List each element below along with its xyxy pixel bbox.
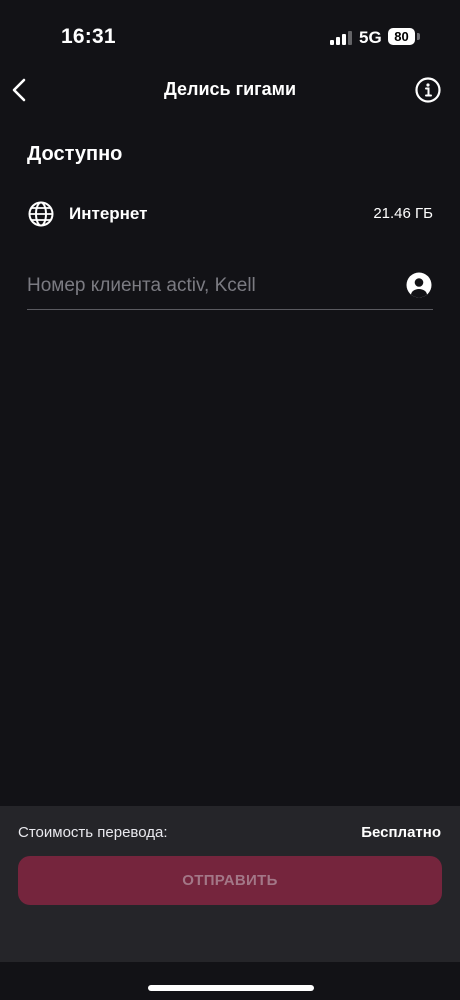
- info-button[interactable]: [414, 76, 442, 104]
- contact-icon: [406, 272, 432, 298]
- signal-icon: [330, 30, 352, 45]
- page-title: Делись гигами: [163, 79, 297, 99]
- info-icon: [415, 77, 441, 103]
- available-title: Доступно: [27, 143, 123, 165]
- internet-balance-row: Интернет 21.46 ГБ: [27, 198, 433, 230]
- send-button[interactable]: ОТПРАВИТЬ: [18, 856, 442, 905]
- bottom-panel: Стоимость перевода: Бесплатно ОТПРАВИТЬ: [0, 806, 460, 962]
- cost-value: Бесплатно: [361, 824, 441, 841]
- cost-label: Стоимость перевода:: [18, 824, 168, 841]
- nav-bar: Делись гигами: [0, 64, 460, 116]
- battery-tip: [417, 33, 420, 40]
- internet-label: Интернет: [69, 204, 148, 223]
- recipient-phone-input[interactable]: [27, 269, 387, 303]
- network-type: 5G: [359, 28, 382, 47]
- contacts-button[interactable]: [406, 272, 432, 298]
- status-time: 16:31: [61, 25, 116, 48]
- internet-value: 21.46 ГБ: [373, 205, 433, 222]
- home-indicator[interactable]: [148, 985, 314, 991]
- recipient-field: [27, 263, 433, 310]
- battery-icon: 80: [388, 28, 415, 45]
- globe-icon: [28, 201, 54, 227]
